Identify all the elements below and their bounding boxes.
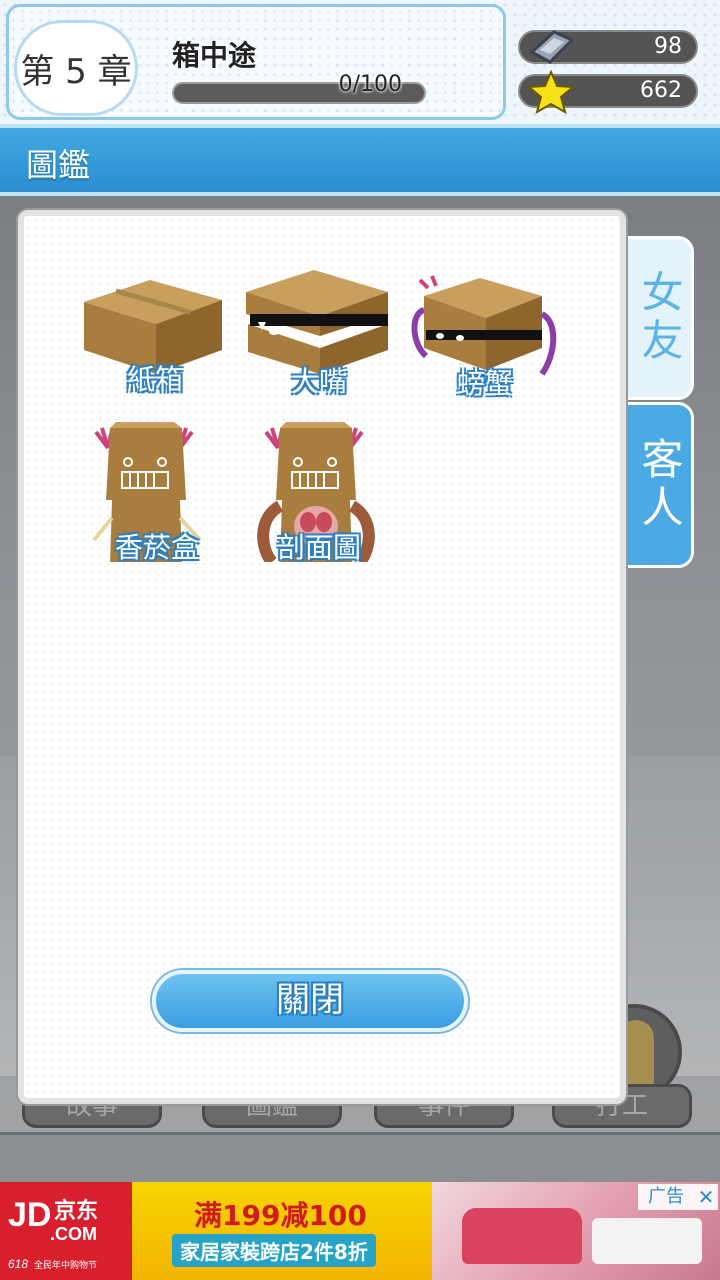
item-label: 香菸盒	[114, 531, 199, 564]
chapter-badge: 第 5 章	[14, 20, 138, 116]
top-status-header: 第 5 章 箱中途 0/100 98 662	[0, 0, 720, 124]
collection-item[interactable]: 紙箱	[80, 272, 230, 422]
ticket-counter: 98	[518, 30, 698, 64]
tab-girlfriend[interactable]: 女友	[624, 236, 694, 400]
star-count: 662	[640, 78, 682, 103]
ticket-icon	[529, 30, 575, 64]
page-title: 圖鑑	[26, 146, 91, 184]
collection-item[interactable]: 大嘴	[244, 268, 394, 418]
collection-item[interactable]: 螃蟹	[410, 274, 560, 424]
item-label: 螃蟹	[456, 367, 513, 400]
ad-promo-block: 满199减100 家居家裝跨店2件8折	[132, 1182, 432, 1280]
item-label: 剖面圖	[276, 531, 361, 564]
ad-banner[interactable]: JD 京东 .COM 618 全民年中购物节 满199减100 家居家裝跨店2件…	[0, 1182, 720, 1280]
sofa-image	[462, 1208, 582, 1264]
ad-brand-block: JD 京东 .COM 618 全民年中购物节	[0, 1182, 132, 1280]
svg-text:.COM: .COM	[50, 1224, 97, 1244]
svg-text:京东: 京东	[54, 1198, 98, 1224]
bed-image	[592, 1218, 702, 1264]
tab-girlfriend-label: 女友	[635, 270, 684, 366]
star-icon	[526, 70, 576, 114]
stage-title: 箱中途	[172, 39, 257, 72]
ticket-count: 98	[654, 34, 682, 59]
collection-item[interactable]: 香菸盒	[82, 422, 232, 572]
svg-text:JD: JD	[8, 1196, 51, 1234]
close-button[interactable]: 關閉	[152, 970, 468, 1032]
ad-tag: 广告	[638, 1184, 694, 1210]
item-label: 大嘴	[290, 365, 347, 398]
tab-guest-label: 客人	[635, 437, 684, 533]
svg-text:全民年中购物节: 全民年中购物节	[34, 1259, 97, 1271]
ad-close-icon[interactable]: ✕	[694, 1184, 718, 1210]
ad-headline: 满199减100	[194, 1199, 367, 1232]
star-counter: 662	[518, 70, 698, 114]
item-label: 紙箱	[126, 363, 183, 396]
tab-guest[interactable]: 客人	[624, 402, 694, 568]
background-nav-strip	[0, 1132, 720, 1182]
collection-item[interactable]: 剖面圖	[244, 422, 394, 572]
page-title-bar: 圖鑑	[0, 124, 720, 196]
jd-logo-icon: JD 京东 .COM 618 全民年中购物节	[8, 1196, 98, 1271]
svg-text:618: 618	[8, 1257, 28, 1271]
ad-tagline: 家居家裝跨店2件8折	[172, 1234, 376, 1267]
stage-progress-text: 0/100	[338, 72, 402, 97]
